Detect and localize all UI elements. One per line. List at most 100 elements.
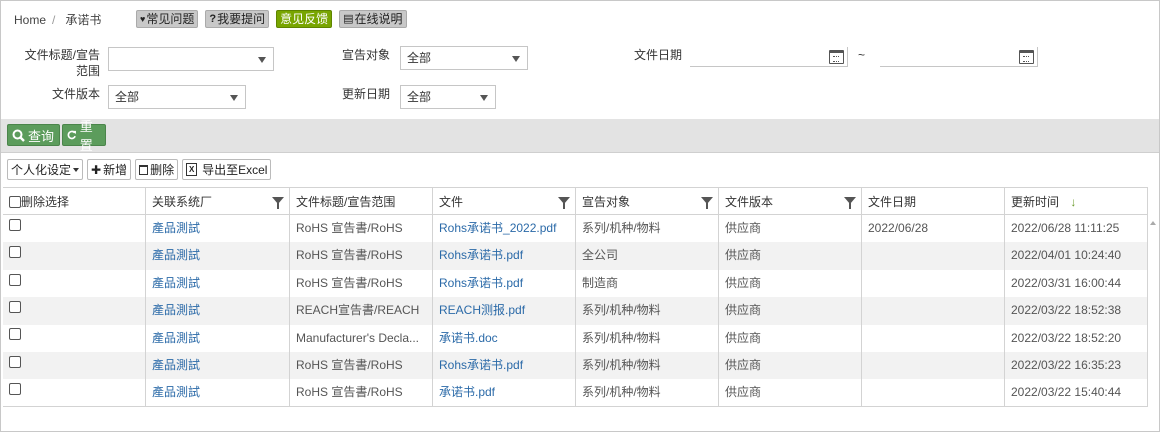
header-target[interactable]: 宣告对象	[576, 188, 719, 214]
date-from-input[interactable]	[690, 47, 848, 67]
top-button-group: ♥ 常见问题 ? 我要提问 意见反馈 ▤ 在线说明	[136, 10, 407, 28]
sort-desc-icon: ↓	[1070, 195, 1077, 209]
header-vendor[interactable]: 关联系统厂	[146, 188, 290, 214]
delete-label: 删除	[150, 163, 175, 177]
file-link[interactable]: Rohs承诺书.pdf	[433, 242, 576, 270]
scroll-up-icon[interactable]	[1150, 221, 1156, 225]
header-target-label: 宣告对象	[582, 195, 631, 209]
reset-button[interactable]: 重置	[62, 119, 106, 153]
title-cell: RoHS 宣告書/RoHS	[290, 242, 433, 270]
document-grid: 删除选择 关联系统厂 文件标题/宣告范围 文件 宣告对象 文件版本 文件日期 更…	[3, 187, 1148, 407]
header-updated-label: 更新时间	[1011, 195, 1060, 209]
question-icon: ?	[209, 13, 217, 25]
faq-button[interactable]: ♥ 常见问题	[136, 10, 199, 28]
filter-icon[interactable]	[844, 197, 856, 209]
calendar-icon[interactable]	[1019, 50, 1034, 64]
row-checkbox[interactable]	[9, 301, 21, 313]
vendor-link[interactable]: 產品測試	[146, 324, 290, 352]
version-cell: 供应商	[719, 215, 862, 243]
calendar-icon[interactable]	[829, 50, 844, 64]
row-select-cell	[3, 242, 146, 270]
update-filter-select[interactable]: 全部	[400, 85, 496, 109]
file-link[interactable]: REACH测报.pdf	[433, 297, 576, 325]
date-cell: 2022/06/28	[862, 215, 1005, 243]
row-checkbox[interactable]	[9, 383, 21, 396]
header-title[interactable]: 文件标题/宣告范围	[290, 188, 433, 214]
file-link[interactable]: 承诺书.doc	[433, 324, 576, 352]
reset-label: 重置	[79, 119, 93, 153]
ask-question-button[interactable]: ? 我要提问	[205, 10, 270, 28]
query-button[interactable]: 查询	[7, 124, 60, 146]
book-icon: ▤	[343, 13, 354, 25]
filter-icon[interactable]	[558, 197, 570, 209]
chevron-down-icon	[258, 57, 266, 63]
file-link[interactable]: Rohs承诺书_2022.pdf	[433, 215, 576, 243]
target-cell: 系列/机种/物料	[576, 379, 719, 407]
updated-cell: 2022/03/22 15:40:44	[1005, 379, 1148, 407]
header-updated[interactable]: 更新时间 ↓	[1005, 188, 1148, 214]
version-filter-select[interactable]: 全部	[108, 85, 246, 109]
delete-button[interactable]: 删除	[135, 159, 179, 180]
row-select-cell	[3, 269, 146, 298]
online-help-label: 在线说明	[354, 12, 403, 26]
select-all-checkbox[interactable]	[9, 195, 21, 208]
row-checkbox[interactable]	[9, 328, 21, 341]
header-file[interactable]: 文件	[433, 188, 576, 214]
target-cell: 系列/机种/物料	[576, 297, 719, 325]
update-filter-value: 全部	[407, 90, 432, 104]
personalize-dropdown[interactable]: 个人化设定	[7, 159, 84, 180]
filter-icon[interactable]	[701, 197, 713, 209]
table-row[interactable]: 產品測試 RoHS 宣告書/RoHS Rohs承诺书.pdf 系列/机种/物料 供应商 2…	[3, 351, 1148, 380]
target-filter-label: 宣告对象	[341, 48, 390, 62]
date-cell	[862, 242, 1005, 270]
file-link[interactable]: Rohs承诺书.pdf	[433, 269, 576, 298]
vendor-link[interactable]: 產品測試	[146, 215, 290, 243]
header-version[interactable]: 文件版本	[719, 188, 862, 214]
refresh-icon	[67, 130, 76, 140]
date-cell	[862, 379, 1005, 407]
version-cell: 供应商	[719, 269, 862, 298]
breadcrumb-home[interactable]: Home	[14, 13, 46, 27]
version-filter-label: 文件版本	[51, 87, 100, 101]
vendor-link[interactable]: 產品測試	[146, 379, 290, 407]
target-cell: 系列/机种/物料	[576, 324, 719, 352]
vendor-link[interactable]: 產品測試	[146, 351, 290, 380]
header-date[interactable]: 文件日期	[862, 188, 1005, 214]
table-row[interactable]: 產品測試 RoHS 宣告書/RoHS Rohs承诺书.pdf 全公司 供应商 2022/0…	[3, 242, 1148, 270]
online-help-button[interactable]: ▤ 在线说明	[339, 10, 407, 28]
query-label: 查询	[28, 128, 55, 144]
title-filter-select[interactable]	[108, 47, 274, 71]
file-link[interactable]: 承诺书.pdf	[433, 379, 576, 407]
vendor-link[interactable]: 產品測試	[146, 297, 290, 325]
table-row[interactable]: 產品測試 RoHS 宣告書/RoHS 承诺书.pdf 系列/机种/物料 供应商 2022/…	[3, 379, 1148, 407]
row-checkbox[interactable]	[9, 246, 21, 259]
add-button[interactable]: ✚ 新增	[87, 159, 132, 180]
vertical-scrollbar[interactable]	[1148, 215, 1158, 405]
updated-cell: 2022/04/01 10:24:40	[1005, 242, 1148, 270]
file-link[interactable]: Rohs承诺书.pdf	[433, 351, 576, 380]
row-select-cell	[3, 297, 146, 325]
vendor-link[interactable]: 產品測試	[146, 269, 290, 298]
table-row[interactable]: 產品測試 RoHS 宣告書/RoHS Rohs承诺书.pdf 制造商 供应商 2022/0…	[3, 269, 1148, 298]
title-cell: RoHS 宣告書/RoHS	[290, 379, 433, 407]
feedback-button[interactable]: 意见反馈	[276, 10, 333, 28]
vendor-link[interactable]: 產品測試	[146, 242, 290, 270]
row-select-cell	[3, 324, 146, 352]
updated-cell: 2022/03/22 18:52:38	[1005, 297, 1148, 325]
excel-icon: X	[186, 163, 198, 176]
grid-bottom-border	[3, 406, 1148, 407]
chevron-down-icon	[73, 167, 80, 172]
date-to-input[interactable]	[880, 47, 1038, 67]
target-filter-select[interactable]: 全部	[400, 46, 528, 70]
header-delete-select: 删除选择	[3, 188, 146, 214]
row-checkbox[interactable]	[9, 273, 21, 286]
table-row[interactable]: 產品測試 RoHS 宣告書/RoHS Rohs承诺书_2022.pdf 系列/机种/物…	[3, 215, 1148, 243]
row-checkbox[interactable]	[9, 218, 21, 231]
ask-question-label: 我要提问	[217, 12, 266, 26]
table-row[interactable]: 產品測試 Manufacturer's Decla... 承诺书.doc 系列/机种/…	[3, 324, 1148, 352]
filter-icon[interactable]	[272, 197, 284, 209]
table-row[interactable]: 產品測試 REACH宣告書/REACH REACH测报.pdf 系列/机种/物料 供应商…	[3, 297, 1148, 325]
updated-cell: 2022/03/22 18:52:20	[1005, 324, 1148, 352]
export-excel-button[interactable]: X 导出至Excel	[182, 159, 272, 180]
row-checkbox[interactable]	[9, 355, 21, 368]
